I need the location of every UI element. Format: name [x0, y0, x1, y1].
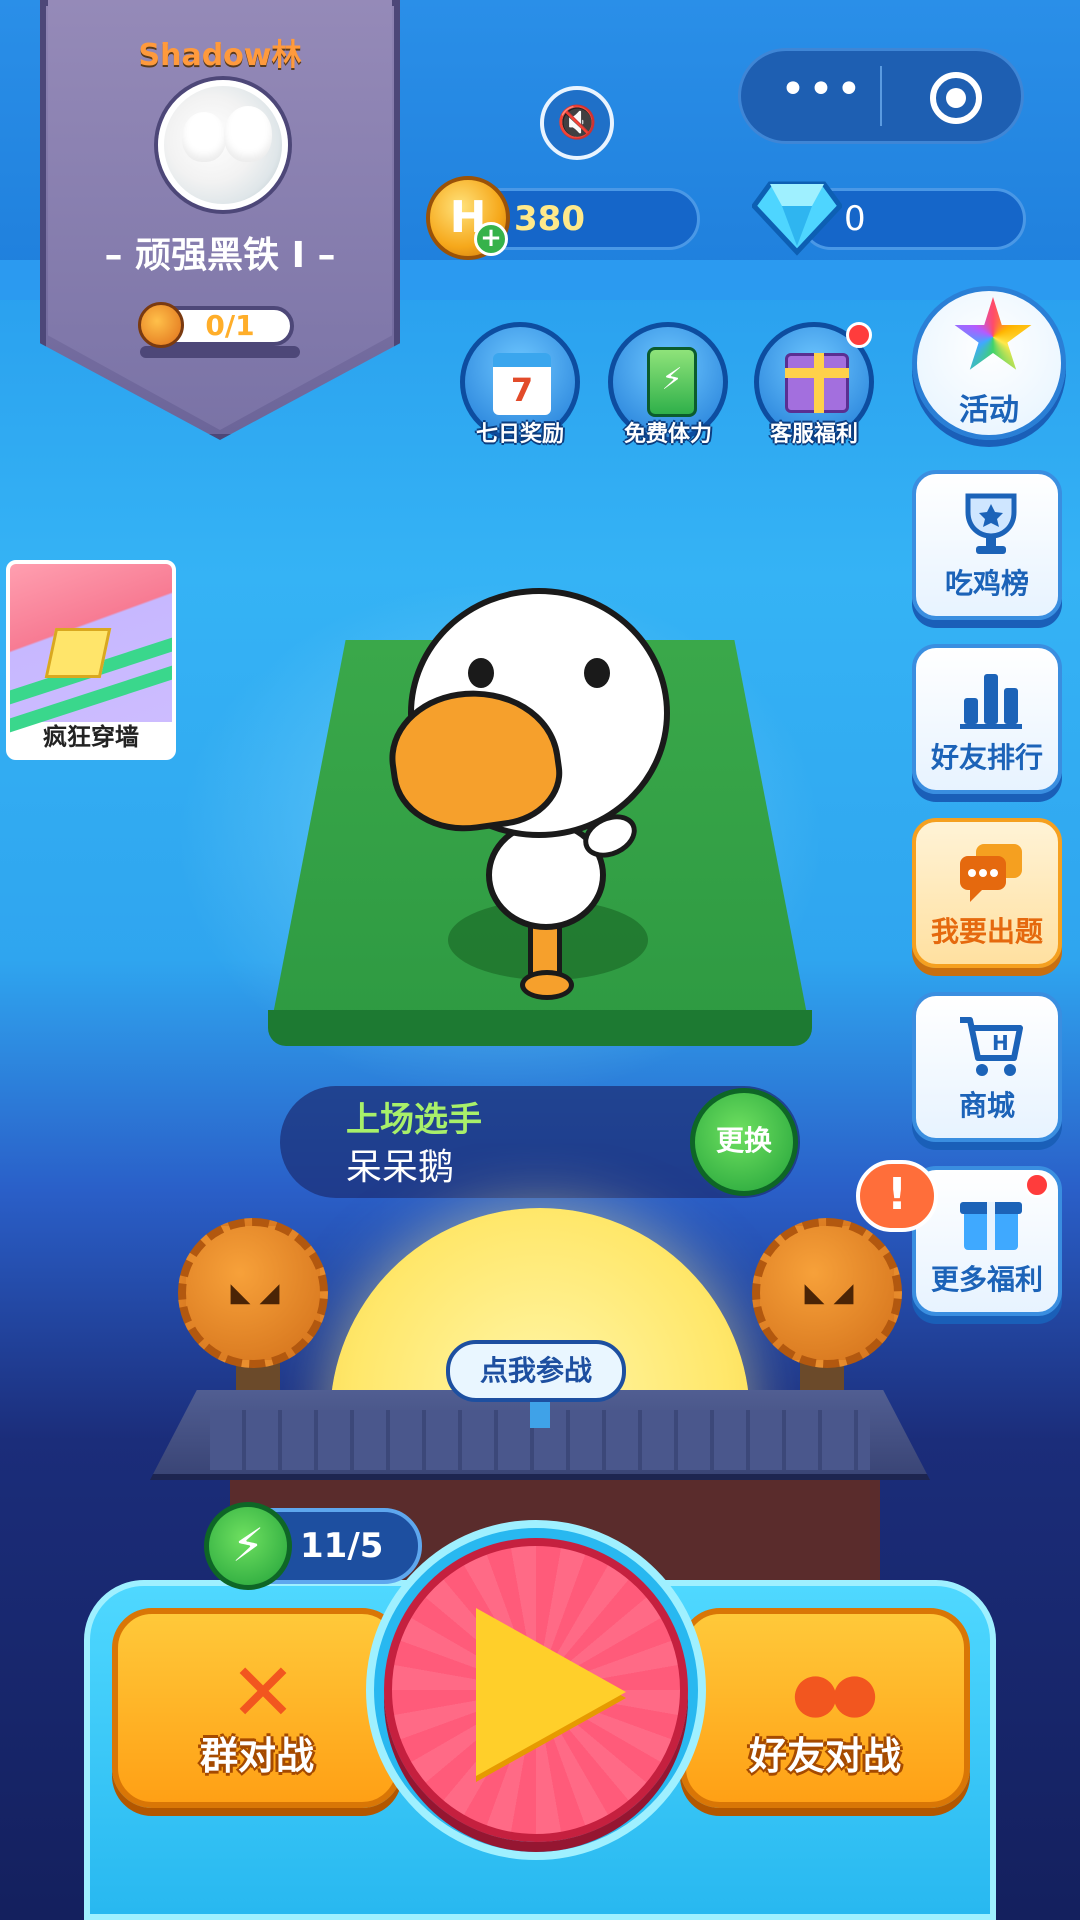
bar-chart-icon [960, 674, 1022, 729]
activity-label: 活动 [959, 393, 1019, 428]
rank-title: – 顽强黑铁 Ⅰ – [104, 235, 336, 276]
seven-day-reward-label: 七日奖励 [475, 422, 564, 447]
friend-ranking-label: 好友排行 [930, 741, 1043, 774]
shop-label: 商城 [958, 1089, 1015, 1122]
current-player-name: 呆呆鹅 [346, 1147, 455, 1188]
current-player-title: 上场选手 [346, 1100, 482, 1140]
add-coin-button[interactable]: + [474, 222, 508, 256]
speaker-muted-icon[interactable]: 🔇 [540, 86, 614, 160]
food-progress-text: 0/1 [205, 309, 255, 342]
join-tag-stem [530, 1398, 550, 1428]
mooncake-face: ◣ ◢ [230, 1278, 280, 1308]
avatar-dog-image [182, 112, 226, 162]
chicken-leaderboard-label: 吃鸡榜 [944, 567, 1029, 600]
gift-box-icon [960, 1202, 1022, 1250]
more-benefits-label: 更多福利 [930, 1263, 1043, 1296]
avatar[interactable] [158, 80, 288, 210]
submit-question-button[interactable]: 我要出题 [912, 818, 1062, 968]
avatar-dog-image [224, 106, 272, 162]
duck-eye [468, 658, 494, 688]
shopping-cart-icon: H [960, 1017, 1023, 1076]
chat-bubble-icon [960, 844, 1022, 902]
energy-value: 11/5 [300, 1526, 384, 1566]
change-character-button[interactable]: 更换 [690, 1088, 798, 1196]
customer-service-gift-label: 客服福利 [769, 422, 858, 447]
close-target-icon[interactable] [930, 72, 982, 124]
submit-question-label: 我要出题 [930, 915, 1043, 948]
more-menu-button[interactable]: ••• [780, 68, 862, 120]
crazy-wall-game-link[interactable]: 疯狂穿墙 [6, 560, 176, 760]
duck-eye [584, 658, 610, 688]
friend-battle-label: 好友对战 [748, 1734, 901, 1778]
coin-value: 380 [514, 199, 585, 239]
diamond-icon [752, 181, 842, 256]
shop-button[interactable]: H 商城 [912, 992, 1062, 1142]
friend-ranking-button[interactable]: 好友排行 [912, 644, 1062, 794]
rainbow-star-icon [954, 297, 1032, 370]
lightning-icon: ⚡ [204, 1502, 292, 1590]
capsule-divider [880, 66, 882, 126]
chicken-leaderboard-button[interactable]: 吃鸡榜 [912, 470, 1062, 620]
notification-dot [1024, 1172, 1050, 1198]
grass-stage-edge [268, 1010, 812, 1046]
thumbnail-cube [44, 628, 112, 678]
mooncake-mascot-right: ◣ ◢ [752, 1218, 902, 1368]
group-battle-label: 群对战 [199, 1734, 314, 1778]
alert-icon: ! [856, 1160, 938, 1232]
play-icon [476, 1608, 626, 1776]
trophy-icon [965, 493, 1017, 554]
notification-dot [846, 322, 872, 348]
drumstick-icon [138, 302, 184, 348]
calendar-icon: 7 [493, 353, 551, 415]
mini-game-label: 疯狂穿墙 [43, 723, 139, 751]
group-battle-button[interactable]: ✕ 群对战 [112, 1608, 402, 1808]
battery-icon: ⚡ [647, 347, 697, 417]
gift-icon [785, 353, 849, 413]
duck-foot [520, 970, 574, 1000]
username: Shadow林 [138, 38, 302, 73]
activity-button[interactable]: 活动 [912, 286, 1066, 440]
gem-value: 0 [844, 199, 866, 239]
join-battle-tag[interactable]: 点我参战 [446, 1340, 626, 1402]
friend-battle-button[interactable]: ●● 好友对战 [680, 1608, 970, 1808]
cart-symbol: H [992, 1031, 1009, 1055]
mooncake-face: ◣ ◢ [804, 1278, 854, 1308]
free-stamina-label: 免费体力 [623, 422, 712, 447]
mini-game-thumbnail [10, 564, 172, 733]
mooncake-mascot-left: ◣ ◢ [178, 1218, 328, 1368]
